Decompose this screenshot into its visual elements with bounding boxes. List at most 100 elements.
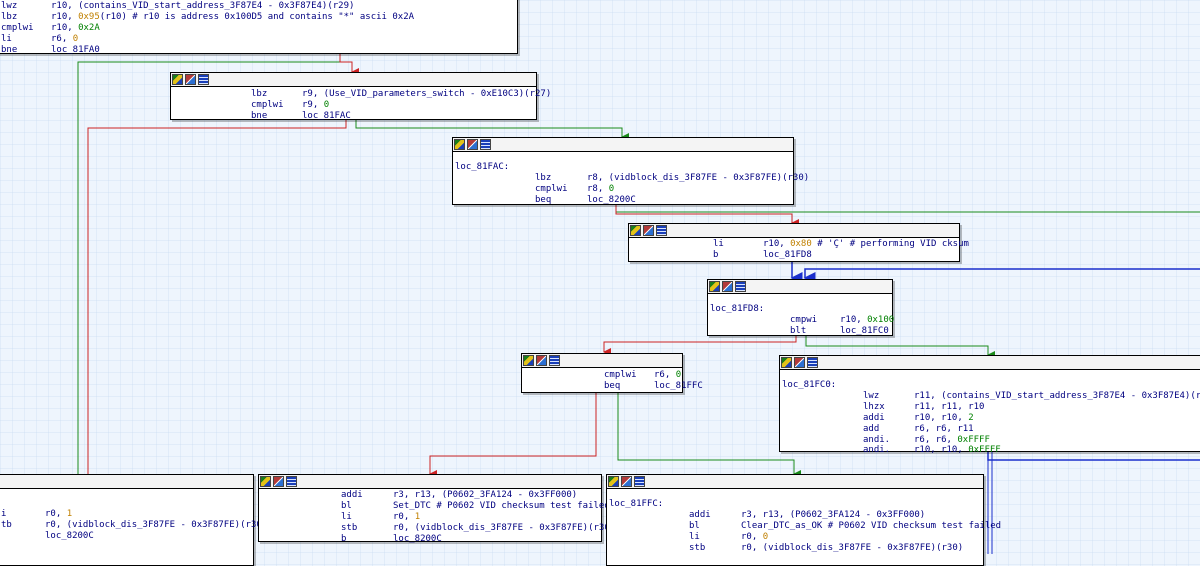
mnemonic: cmpwi bbox=[790, 315, 818, 325]
branch-target-link[interactable]: loc_81FD8 bbox=[763, 250, 812, 261]
color-icon[interactable] bbox=[454, 139, 465, 150]
color-icon[interactable] bbox=[608, 476, 619, 487]
code-block-cmp-r6[interactable]: cmplwi r6, 0 beq loc_81FFC bbox=[521, 353, 703, 393]
call-target-link[interactable]: Set_DTC # P0602 VID checksum test failed bbox=[393, 501, 610, 512]
operand-number: 0x80 bbox=[790, 239, 812, 249]
code-block-set-dtc[interactable]: addi r3, r13, (P0602_3FA124 - 0x3FF000) b… bbox=[258, 474, 615, 545]
block-label: loc_81FD8: bbox=[710, 304, 765, 314]
code-block-loc-81FD8[interactable]: loc_81FD8: cmpwi r10, 0x100 blt loc_81FC0 bbox=[707, 279, 895, 337]
color-icon[interactable] bbox=[709, 281, 720, 292]
graph-icon[interactable] bbox=[722, 281, 733, 292]
color-icon[interactable] bbox=[781, 357, 792, 368]
operand: r0, bbox=[393, 512, 415, 522]
mnemonic: b bbox=[341, 534, 347, 544]
list-icon[interactable] bbox=[634, 476, 645, 487]
operand-number: 0 bbox=[608, 184, 615, 194]
operand-number: 0xFFFF bbox=[968, 445, 1001, 455]
block-header bbox=[629, 224, 959, 238]
list-icon[interactable] bbox=[198, 74, 209, 85]
mnemonic: cmplwi bbox=[604, 370, 637, 380]
operand: r6, bbox=[654, 370, 676, 380]
operand: r11, (contains_VID_start_address_3F87E4 … bbox=[914, 391, 1200, 401]
branch-target-link[interactable]: loc_81FA0 bbox=[51, 45, 100, 56]
operand-number: 0 bbox=[675, 370, 682, 380]
edge-switch-to-fac bbox=[355, 119, 629, 141]
color-icon[interactable] bbox=[523, 355, 534, 366]
mnemonic: b bbox=[713, 250, 719, 260]
mnemonic: i bbox=[1, 509, 7, 519]
block-header bbox=[171, 73, 536, 87]
block-header bbox=[522, 354, 682, 368]
code-block-loc-81FAC[interactable]: loc_81FAC: lbz r8, (vidblock_dis_3F87FE -… bbox=[452, 137, 809, 206]
operand: r0, bbox=[741, 532, 763, 542]
block-header bbox=[259, 475, 601, 489]
color-icon[interactable] bbox=[172, 74, 183, 85]
block-header bbox=[0, 475, 253, 489]
list-icon[interactable] bbox=[735, 281, 746, 292]
mnemonic: cmplwi bbox=[535, 184, 568, 194]
mnemonic: bne bbox=[251, 111, 268, 121]
operand-number: 0 bbox=[72, 34, 79, 44]
color-icon[interactable] bbox=[630, 225, 641, 236]
operand: r6, bbox=[51, 34, 73, 44]
graph-icon[interactable] bbox=[643, 225, 654, 236]
code-block-top[interactable]: lwz r10, (contains_VID_start_address_3F87… bbox=[0, 0, 518, 56]
branch-target-link[interactable]: loc_81FAC bbox=[302, 111, 351, 122]
list-icon[interactable] bbox=[549, 355, 560, 366]
mnemonic: beq bbox=[604, 381, 621, 391]
branch-target-link[interactable]: loc_81FFC bbox=[654, 381, 703, 392]
operand: r8, bbox=[587, 184, 609, 194]
operand-rest: # 'Ç' # performing VID cksum bbox=[811, 239, 969, 249]
operand: r9, bbox=[302, 100, 324, 110]
edge-fd8-to-cmp6 bbox=[603, 334, 797, 356]
mnemonic: bl bbox=[341, 501, 352, 511]
edge-cmp6-to-ffc bbox=[617, 392, 801, 478]
mnemonic: add bbox=[863, 424, 880, 434]
block-header bbox=[708, 280, 892, 294]
operand-number: 0x2A bbox=[78, 23, 100, 33]
code-block-vid-cksum[interactable]: li r10, 0x80 # 'Ç' # performing VID cksum… bbox=[628, 223, 969, 262]
mnemonic: tb bbox=[1, 520, 12, 530]
operand: r0, bbox=[45, 509, 67, 519]
edge-cmp6-to-fail bbox=[429, 392, 597, 478]
block-header bbox=[607, 475, 983, 489]
mnemonic: addi bbox=[689, 510, 711, 520]
mnemonic: beq bbox=[535, 195, 552, 205]
operand: r10, bbox=[51, 23, 79, 33]
list-icon[interactable] bbox=[480, 139, 491, 150]
branch-target-link[interactable]: loc_8200C bbox=[587, 195, 636, 206]
block-header bbox=[780, 356, 1200, 370]
operand: r6, r6, r11 bbox=[914, 424, 974, 434]
graph-icon[interactable] bbox=[621, 476, 632, 487]
call-target-link[interactable]: Clear_DTC_as_OK # P0602 VID checksum tes… bbox=[741, 521, 1001, 532]
block-label: loc_81FFC: bbox=[609, 499, 664, 509]
graph-icon[interactable] bbox=[467, 139, 478, 150]
code-block-loc-81FFC[interactable]: loc_81FFC: addi r3, r13, (P0602_3FA124 - … bbox=[606, 474, 1001, 566]
list-icon[interactable] bbox=[656, 225, 667, 236]
operand-rest: (r10) # r10 is address 0x100D5 and conta… bbox=[99, 12, 415, 22]
operand-number: 0x100 bbox=[867, 315, 895, 325]
edge-fd8-to-fc0 bbox=[805, 334, 995, 359]
edge-loop-to-fd8 bbox=[803, 268, 1200, 284]
branch-target-link[interactable]: loc_81FC0 bbox=[840, 326, 889, 337]
list-icon[interactable] bbox=[286, 476, 297, 487]
color-icon[interactable] bbox=[260, 476, 271, 487]
branch-target-link[interactable]: loc_8200C bbox=[393, 534, 442, 545]
operand-number: 0 bbox=[323, 100, 330, 110]
graph-icon[interactable] bbox=[185, 74, 196, 85]
list-icon[interactable] bbox=[807, 357, 818, 368]
graph-icon[interactable] bbox=[273, 476, 284, 487]
operand: r9, (Use_VID_parameters_switch - 0xE10C3… bbox=[302, 89, 552, 99]
operand: r10, r10, bbox=[914, 413, 969, 423]
code-block-loc-81FC0[interactable]: loc_81FC0: lwz r11, (contains_VID_start_a… bbox=[779, 355, 1200, 455]
graph-icon[interactable] bbox=[794, 357, 805, 368]
code-block-left[interactable]: i r0, 1 tb r0, (vidblock_dis_3F87FE - 0x3F… bbox=[0, 474, 267, 566]
operand: r3, r13, (P0602_3FA124 - 0x3FF000) bbox=[393, 490, 578, 500]
mnemonic: li bbox=[713, 239, 724, 249]
mnemonic: lhzx bbox=[863, 402, 885, 412]
graph-icon[interactable] bbox=[536, 355, 547, 366]
code-block-switch[interactable]: lbz r9, (Use_VID_parameters_switch - 0xE1… bbox=[170, 72, 551, 122]
branch-target-link[interactable]: loc_8200C bbox=[45, 531, 94, 542]
operand-number: 0xFFFF bbox=[957, 435, 990, 445]
operand: r10, bbox=[763, 239, 791, 249]
